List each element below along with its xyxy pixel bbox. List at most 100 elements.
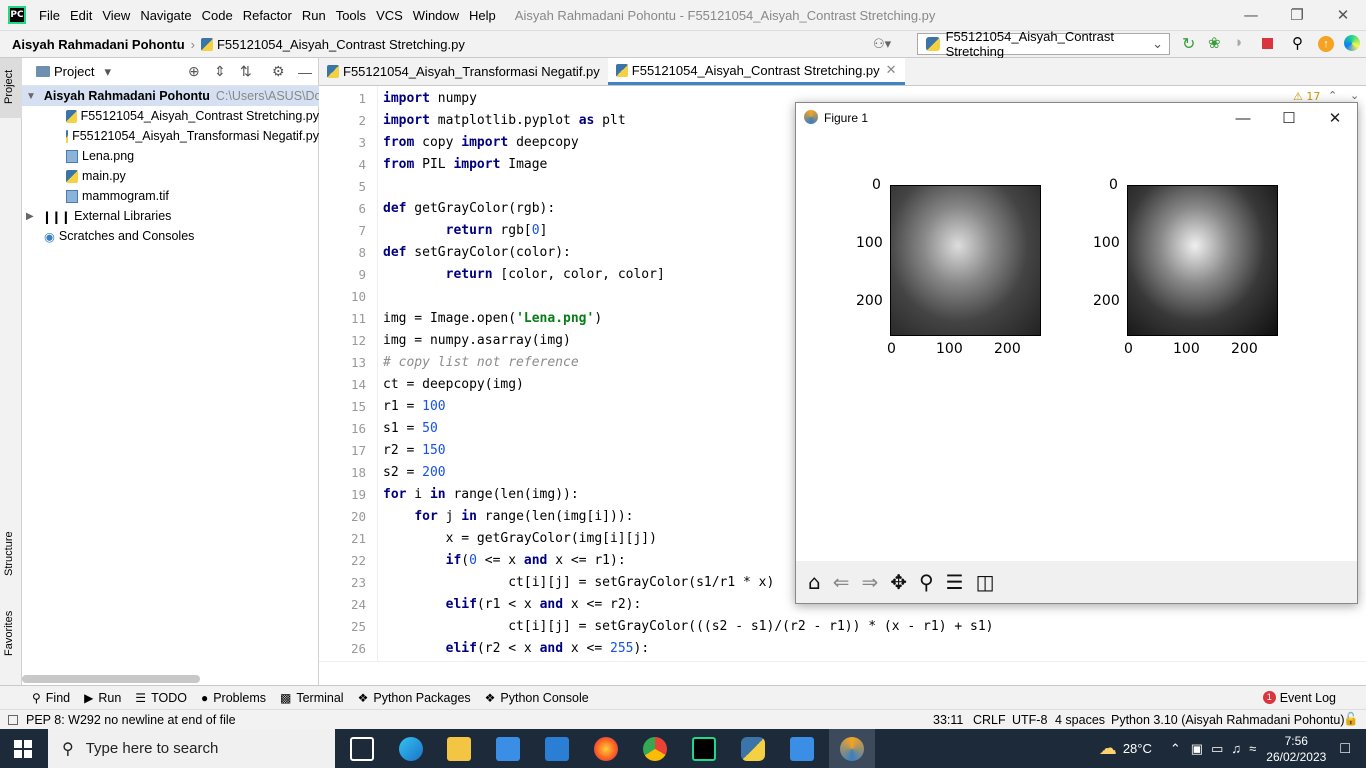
expand-all-icon[interactable]: ⇕ xyxy=(214,63,226,80)
debug-icon[interactable]: ❀ xyxy=(1208,34,1221,52)
favorites-tool-tab[interactable]: Favorites xyxy=(3,611,15,656)
wifi-icon[interactable]: ≈ xyxy=(1249,741,1256,756)
python-interpreter[interactable]: Python 3.10 (Aisyah Rahmadani Pohontu) xyxy=(1111,713,1344,727)
scrollbar[interactable] xyxy=(22,675,200,683)
menu-file[interactable]: File xyxy=(34,8,65,23)
terminal-tool-button[interactable]: ▩ Terminal xyxy=(280,691,344,705)
code-line[interactable]: for i in range(len(img)): xyxy=(383,484,579,506)
weather-icon[interactable]: ☁ xyxy=(1099,738,1117,759)
find-tool-button[interactable]: ⚲ Find xyxy=(32,691,70,705)
run-configuration-select[interactable]: F55121054_Aisyah_Contrast Stretching ⌄ xyxy=(917,29,1170,59)
configure-subplots-icon[interactable]: ☰ xyxy=(946,570,964,594)
menu-help[interactable]: Help xyxy=(464,8,501,23)
lock-icon[interactable]: 🔓 xyxy=(1343,712,1359,727)
collapse-all-icon[interactable]: ⇅ xyxy=(240,63,252,80)
horizontal-scrollbar[interactable] xyxy=(319,661,1366,685)
code-line[interactable]: img = numpy.asarray(img) xyxy=(383,330,571,352)
search-icon[interactable]: ⚲ xyxy=(1292,34,1303,52)
chrome-icon[interactable] xyxy=(643,737,667,761)
code-line[interactable]: ct = deepcopy(img) xyxy=(383,374,524,396)
python-packages-tool-button[interactable]: ❖ Python Packages xyxy=(358,691,471,705)
code-line[interactable]: def getGrayColor(rgb): xyxy=(383,198,555,220)
problems-tool-button[interactable]: ● Problems xyxy=(201,691,266,705)
minimize-icon[interactable]: — xyxy=(1220,103,1266,133)
chevron-up-icon[interactable]: ⌃ xyxy=(1170,741,1181,757)
line-separator[interactable]: CRLF xyxy=(973,713,1006,727)
menu-vcs[interactable]: VCS xyxy=(371,8,408,23)
file-encoding[interactable]: UTF-8 xyxy=(1012,713,1047,727)
clock[interactable]: 7:56 26/02/2023 xyxy=(1266,733,1326,765)
breadcrumb-file[interactable]: F55121054_Aisyah_Contrast Stretching.py xyxy=(217,37,465,52)
close-icon[interactable]: ✕ xyxy=(1320,0,1366,30)
close-icon[interactable]: ✕ xyxy=(1312,103,1358,133)
tree-item[interactable]: mammogram.tif xyxy=(22,186,319,206)
indent-setting[interactable]: 4 spaces xyxy=(1055,713,1105,727)
menu-view[interactable]: View xyxy=(97,8,135,23)
code-line[interactable]: from copy import deepcopy xyxy=(383,132,579,154)
firefox-icon[interactable] xyxy=(594,737,618,761)
taskbar-search[interactable]: ⚲ Type here to search xyxy=(48,729,335,768)
hide-icon[interactable]: — xyxy=(298,64,312,80)
home-icon[interactable]: ⌂ xyxy=(808,570,821,594)
gear-icon[interactable]: ⚙ xyxy=(272,63,285,80)
tree-item[interactable]: Lena.png xyxy=(22,146,319,166)
minimize-icon[interactable]: — xyxy=(1228,0,1274,30)
menu-edit[interactable]: Edit xyxy=(65,8,97,23)
photos-icon[interactable] xyxy=(790,737,814,761)
menu-run[interactable]: Run xyxy=(297,8,331,23)
python-icon[interactable] xyxy=(741,737,765,761)
status-toggle-icon[interactable] xyxy=(8,714,18,725)
mail-icon[interactable] xyxy=(545,737,569,761)
run-tool-button[interactable]: ▶ Run xyxy=(84,691,121,705)
tree-item[interactable]: F55121054_Aisyah_Transformasi Negatif.py xyxy=(22,126,319,146)
network-icon[interactable]: ▣ xyxy=(1191,741,1203,757)
breadcrumb-project[interactable]: Aisyah Rahmadani Pohontu xyxy=(12,37,185,52)
project-panel-title[interactable]: Project xyxy=(54,64,94,79)
code-line[interactable]: ct[i][j] = setGrayColor(s1/r1 * x) xyxy=(383,572,774,594)
code-line[interactable]: if(0 <= x and x <= r1): xyxy=(383,550,626,572)
file-explorer-icon[interactable] xyxy=(447,737,471,761)
code-line[interactable]: import matplotlib.pyplot as plt xyxy=(383,110,626,132)
python-console-tool-button[interactable]: ❖ Python Console xyxy=(485,691,589,705)
tree-item[interactable]: F55121054_Aisyah_Contrast Stretching.py xyxy=(22,106,319,126)
tree-root[interactable]: ▼ Aisyah Rahmadani Pohontu C:\Users\ASUS… xyxy=(22,86,319,106)
edge-icon[interactable] xyxy=(399,737,423,761)
temperature[interactable]: 28°C xyxy=(1123,741,1152,756)
code-line[interactable]: elif(r2 < x and x <= 255): xyxy=(383,638,650,660)
tree-item-external[interactable]: ▶ ❙❙❙ External Libraries xyxy=(22,206,319,226)
jetbrains-toolbox-icon[interactable] xyxy=(1344,35,1360,51)
project-tool-tab[interactable]: Project xyxy=(3,70,15,104)
close-tab-icon[interactable]: ✕ xyxy=(886,62,897,78)
pan-icon[interactable]: ✥ xyxy=(890,570,907,594)
tab-contrast-stretching[interactable]: F55121054_Aisyah_Contrast Stretching.py … xyxy=(607,58,905,85)
code-line[interactable]: # copy list not reference xyxy=(383,352,579,374)
code-line[interactable]: r2 = 150 xyxy=(383,440,446,462)
structure-tool-tab[interactable]: Structure xyxy=(3,531,15,576)
matplotlib-icon[interactable] xyxy=(840,737,864,761)
tree-item-scratches[interactable]: ◉ Scratches and Consoles xyxy=(22,226,319,246)
task-view-icon[interactable] xyxy=(350,737,374,761)
menu-refactor[interactable]: Refactor xyxy=(238,8,297,23)
coverage-icon[interactable]: ◑ xyxy=(1233,34,1242,51)
locate-icon[interactable]: ⊕ xyxy=(188,63,200,80)
volume-icon[interactable]: ♫ xyxy=(1231,741,1241,756)
code-line[interactable]: x = getGrayColor(img[i][j]) xyxy=(383,528,657,550)
chevron-down-icon[interactable]: ▾ xyxy=(104,64,111,80)
code-line[interactable]: import numpy xyxy=(383,88,477,110)
pycharm-icon[interactable] xyxy=(692,737,716,761)
maximize-icon[interactable]: ☐ xyxy=(1266,103,1312,133)
chevron-down-icon[interactable]: ⌄ xyxy=(1350,89,1359,102)
code-line[interactable]: r1 = 100 xyxy=(383,396,446,418)
back-icon[interactable]: ⇐ xyxy=(833,570,850,594)
code-line[interactable]: s1 = 50 xyxy=(383,418,438,440)
user-icon[interactable]: ⚇▾ xyxy=(873,36,891,52)
chevron-up-icon[interactable]: ⌃ xyxy=(1328,89,1337,102)
restore-icon[interactable]: ❐ xyxy=(1274,0,1320,30)
notification-icon[interactable]: □ xyxy=(1340,740,1350,758)
code-line[interactable]: s2 = 200 xyxy=(383,462,446,484)
battery-icon[interactable]: ▭ xyxy=(1211,741,1223,757)
zoom-icon[interactable]: ⚲ xyxy=(919,570,934,594)
code-line[interactable]: img = Image.open('Lena.png') xyxy=(383,308,602,330)
code-line[interactable]: return [color, color, color] xyxy=(383,264,665,286)
caret-position[interactable]: 33:11 xyxy=(933,713,963,727)
